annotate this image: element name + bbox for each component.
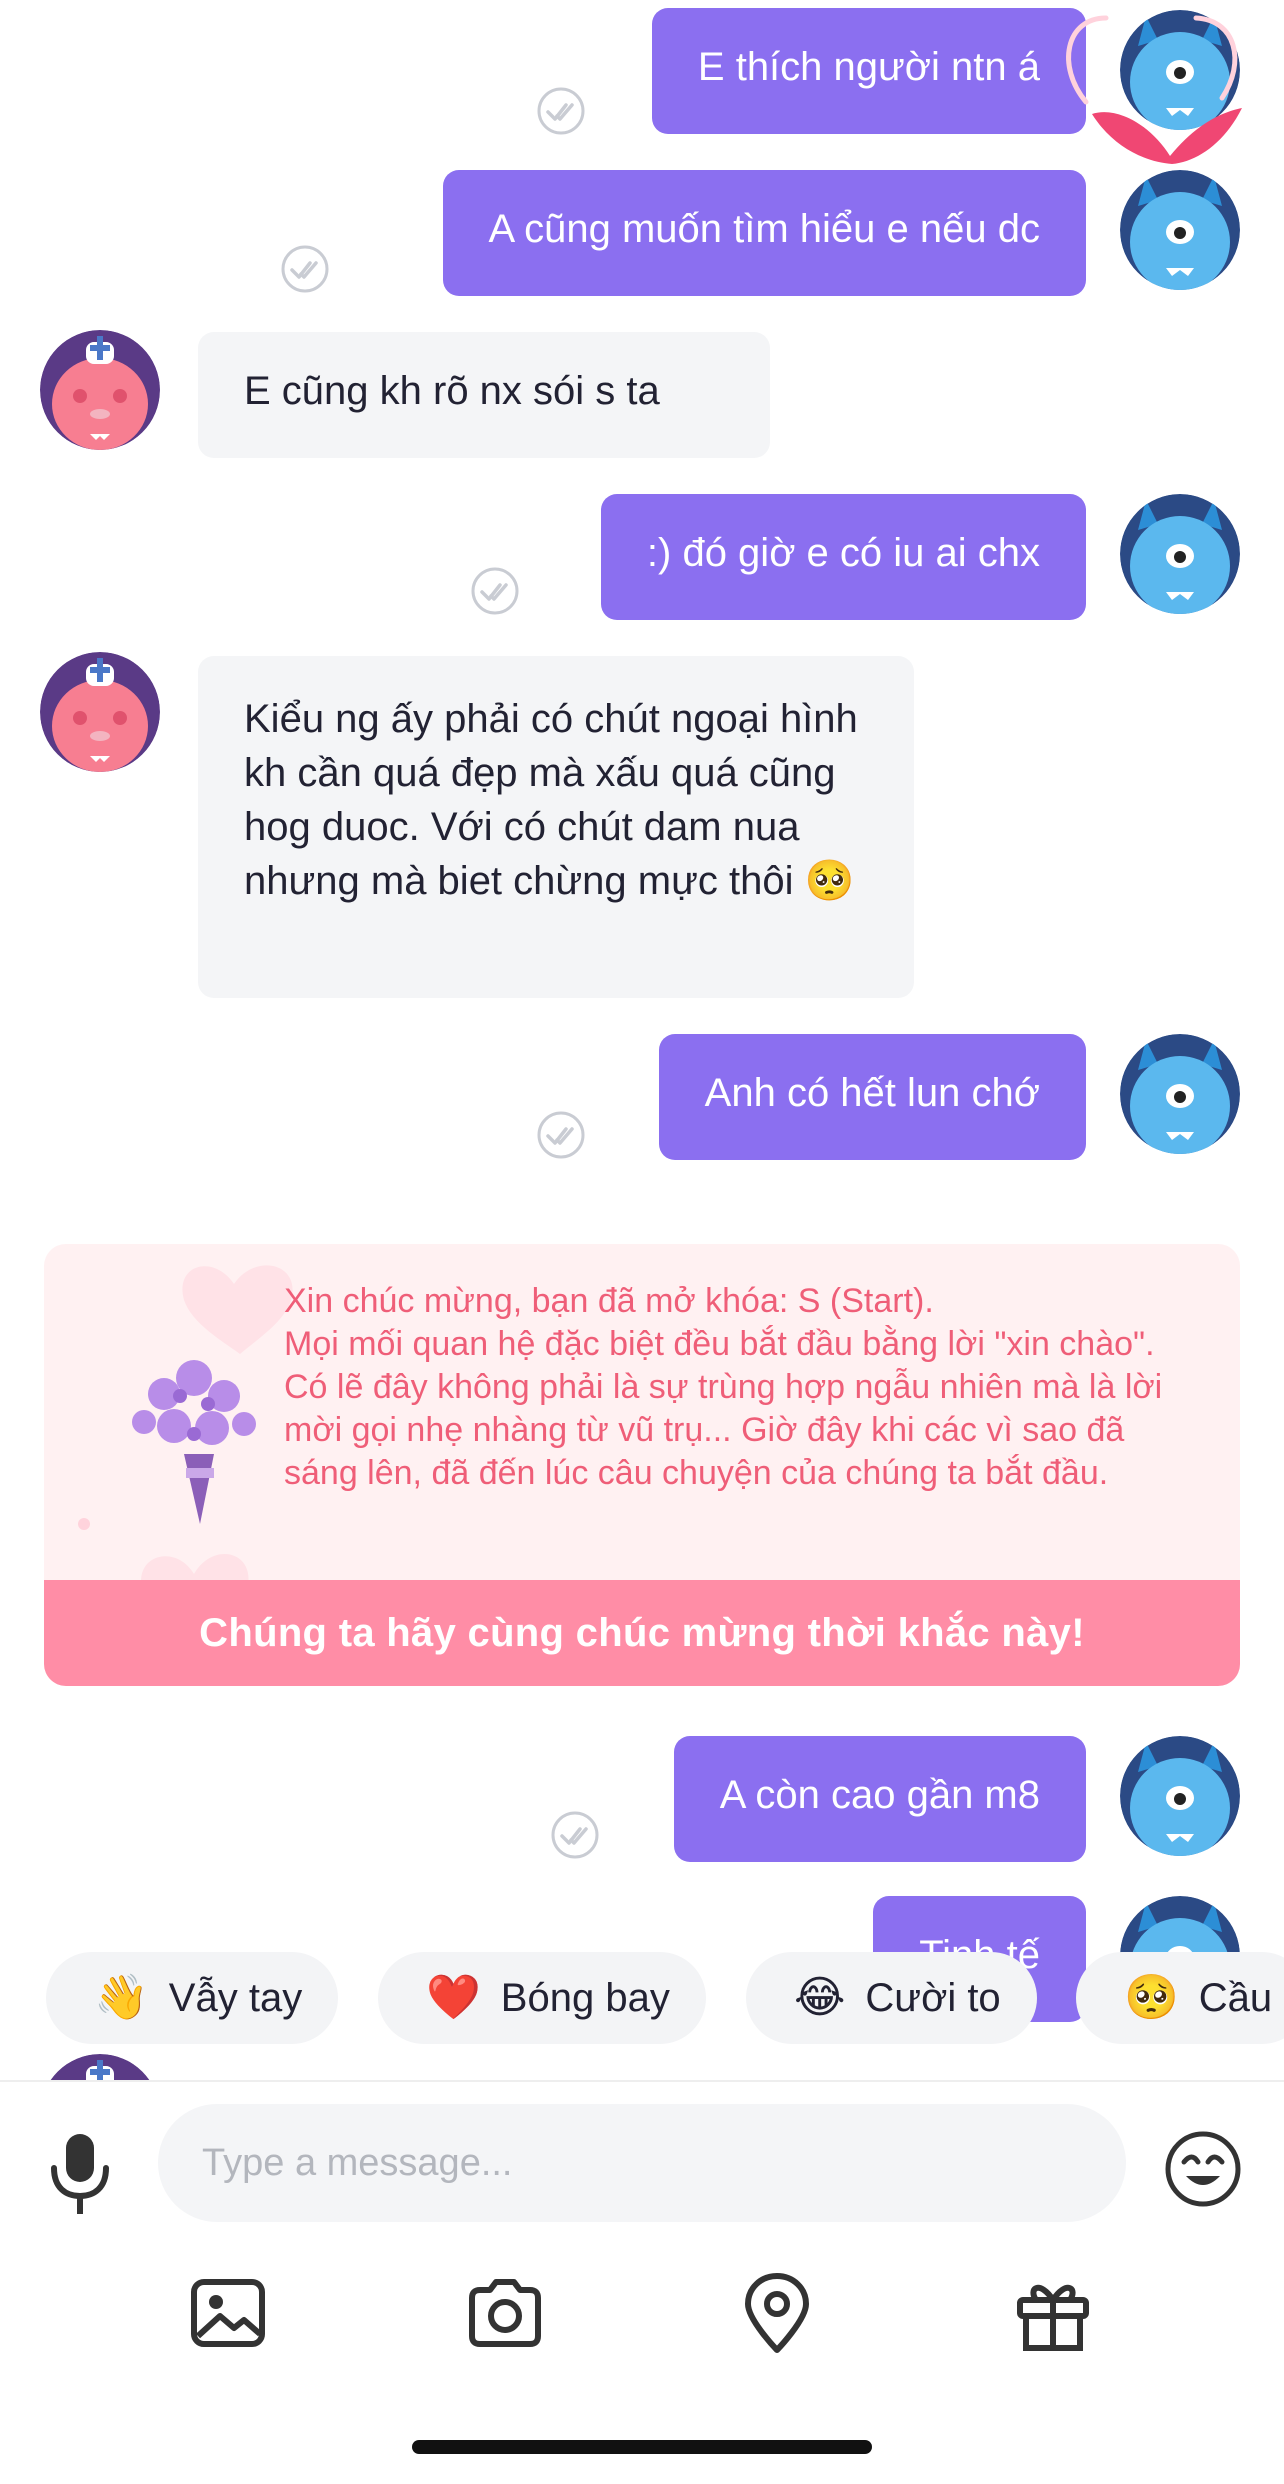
camera-icon[interactable]: [462, 2270, 548, 2356]
location-pin-icon[interactable]: [734, 2270, 820, 2356]
read-receipt-icon: [280, 244, 330, 294]
milestone-celebration-card: Xin chúc mừng, bạn đã mở khóa: S (Start)…: [44, 1244, 1240, 1686]
heart-icon: ❤️: [426, 1973, 481, 2022]
my-avatar[interactable]: [1120, 494, 1240, 614]
laughing-face-icon: 😂: [794, 1973, 846, 2022]
partner-avatar[interactable]: [40, 652, 160, 772]
reaction-label: Vẫy tay: [168, 1975, 303, 2020]
flower-bouquet-icon: [132, 1360, 256, 1524]
my-avatar[interactable]: [1120, 170, 1240, 290]
message-bubble-sent[interactable]: A cũng muốn tìm hiểu e nếu dc: [442, 170, 1086, 296]
message-row: E cũng kh rõ nx sói s ta: [0, 330, 1284, 462]
reaction-chip-plead[interactable]: 🥺 Cầu: [1076, 1952, 1284, 2044]
message-row: [0, 2054, 1284, 2080]
celebration-message: Xin chúc mừng, bạn đã mở khóa: S (Start)…: [284, 1282, 1163, 1492]
waving-hand-icon: 👋: [94, 1973, 149, 2022]
message-bubble-sent[interactable]: A còn cao gần m8: [673, 1736, 1086, 1862]
partner-avatar[interactable]: [40, 2054, 160, 2080]
read-receipt-icon: [536, 86, 586, 136]
reaction-label: Cầu: [1198, 1975, 1273, 2020]
read-receipt-icon: [550, 1810, 600, 1860]
read-receipt-icon: [470, 566, 520, 616]
home-indicator: [412, 2440, 872, 2454]
read-receipt-icon: [536, 1110, 586, 1160]
reaction-label: Cười to: [865, 1975, 1001, 2020]
message-composer: [0, 2080, 1284, 2484]
reaction-chip-wave[interactable]: 👋 Vẫy tay: [46, 1952, 339, 2044]
reaction-chip-laugh[interactable]: 😂 Cười to: [746, 1952, 1037, 2044]
celebrate-button[interactable]: Chúng ta hãy cùng chúc mừng thời khắc nà…: [44, 1580, 1240, 1686]
message-bubble-sent[interactable]: :) đó giờ e có iu ai chx: [600, 494, 1086, 620]
microphone-icon[interactable]: [40, 2128, 120, 2218]
chat-thread[interactable]: E thích người ntn á A cũng muốn tìm hiểu…: [0, 0, 1284, 2080]
message-bubble-sent[interactable]: E thích người ntn á: [651, 8, 1086, 134]
quick-reaction-bar: 👋 Vẫy tay ❤️ Bóng bay 😂 Cười to 🥺 Cầu: [0, 1952, 1284, 2048]
message-input[interactable]: [158, 2104, 1126, 2222]
message-row: Kiểu ng ấy phải có chút ngoại hình kh cầ…: [0, 652, 1284, 1000]
message-row: :) đó giờ e có iu ai chx: [0, 494, 1284, 624]
message-bubble-sent[interactable]: Anh có hết lun chớ: [658, 1034, 1086, 1160]
my-avatar[interactable]: [1120, 1736, 1240, 1856]
reaction-label: Bóng bay: [500, 1975, 670, 2020]
my-avatar[interactable]: [1120, 1034, 1240, 1154]
message-row: Anh có hết lun chớ: [0, 1034, 1284, 1164]
partner-avatar[interactable]: [40, 330, 160, 450]
image-icon[interactable]: [186, 2270, 272, 2356]
reaction-chip-balloon[interactable]: ❤️ Bóng bay: [378, 1952, 706, 2044]
pleading-face-icon: 🥺: [1124, 1973, 1179, 2022]
gift-icon[interactable]: [1010, 2270, 1096, 2356]
message-bubble-received[interactable]: Kiểu ng ấy phải có chút ngoại hình kh cầ…: [198, 656, 914, 998]
message-row: E thích người ntn á: [0, 8, 1284, 138]
message-row: A còn cao gần m8: [0, 1736, 1284, 1866]
my-avatar[interactable]: [1120, 10, 1240, 130]
message-row: A cũng muốn tìm hiểu e nếu dc: [0, 170, 1284, 300]
message-bubble-received[interactable]: E cũng kh rõ nx sói s ta: [198, 332, 770, 458]
emoji-icon[interactable]: [1162, 2128, 1244, 2210]
